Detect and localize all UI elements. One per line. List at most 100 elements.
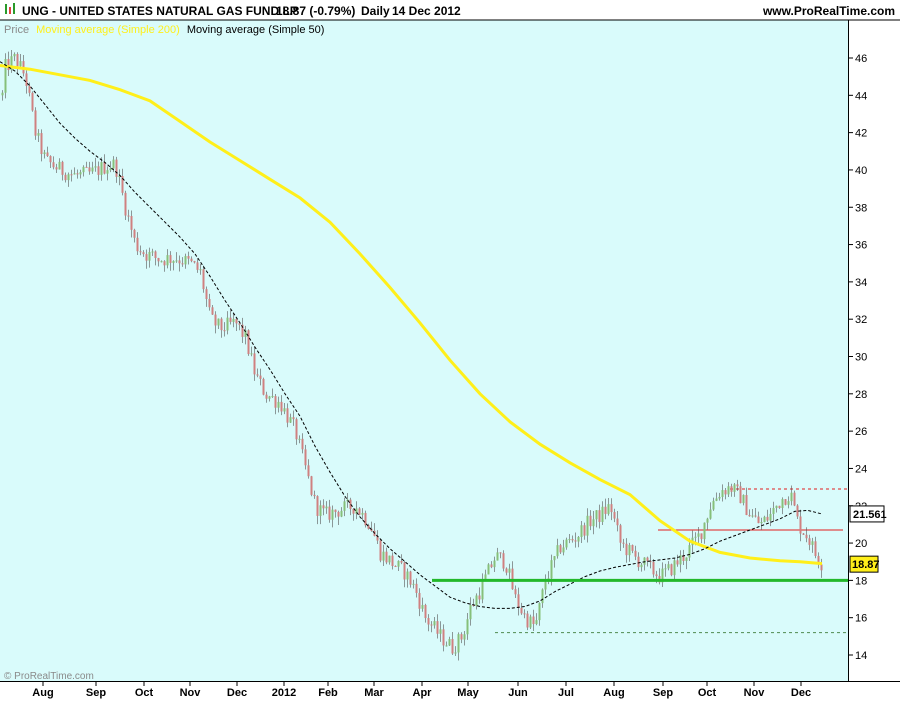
y-tick-label: 20 [855,538,867,550]
candle-body [664,568,667,570]
candle-body [499,552,502,554]
candle-body [529,616,532,628]
candle-body [136,237,139,252]
candle-body [718,496,721,499]
candle-body [757,516,760,524]
candle-body [31,92,34,111]
candle-body [97,166,100,175]
candle-body [799,516,802,534]
site-link[interactable]: www.ProRealTime.com [762,4,895,18]
candle-body [154,251,157,258]
legend-ma200: Moving average (Simple 200) [36,24,180,36]
candle-body [580,525,583,537]
candle-body [178,260,181,264]
candle-body [745,495,748,516]
candle-body [451,639,454,654]
y-tick-label: 40 [855,165,867,177]
candle-body [274,396,277,408]
candle-body [769,513,772,521]
candle-body [424,604,427,619]
candle-body [667,564,670,569]
y-tick-label: 18 [855,575,867,587]
symbol-title: UNG - UNITED STATES NATURAL GAS FUND LP [22,4,298,18]
candle-body [820,564,823,571]
app-logo-icon-bar [9,7,11,14]
candle-body [655,574,658,577]
candle-body [445,645,448,647]
candle-body [685,557,688,561]
candle-body [772,508,775,514]
candle-body [565,539,568,548]
x-tick-label: Dec [227,687,247,699]
candle-body [265,394,268,399]
candle-body [793,492,796,506]
candle-body [760,522,763,524]
candle-body [397,560,400,567]
candle-body [628,545,631,556]
candle-body [418,592,421,609]
candle-body [133,229,136,238]
candle-body [763,516,766,523]
candle-body [739,486,742,504]
last-price-label: 18.87 [852,559,880,571]
candle-body [292,417,295,420]
x-tick-label: Oct [698,687,717,699]
candle-body [202,269,205,290]
candle-body [310,476,313,495]
candle-body [70,174,73,176]
candle-body [85,166,88,168]
candle-body [730,486,733,492]
candle-body [76,173,79,175]
candle-body [13,53,16,57]
candle-body [280,401,283,412]
candle-body [610,504,613,513]
x-tick-label: Apr [413,687,433,699]
candle-body [622,542,625,544]
candle-body [304,449,307,466]
y-tick-label: 32 [855,314,867,326]
legend-price-label: Price [4,24,29,36]
candle-body [100,162,103,175]
candle-body [526,613,529,628]
candle-body [34,110,37,136]
candle-body [523,613,526,615]
candle-body [676,560,679,565]
x-tick-label: Aug [32,687,53,699]
candle-body [601,506,604,522]
candle-body [313,494,316,497]
x-tick-label: Sep [86,687,106,699]
candle-body [157,257,160,262]
candle-body [307,465,310,477]
candle-body [322,505,325,509]
candle-body [268,396,271,399]
candle-body [277,401,280,408]
candle-body [796,505,799,517]
candle-body [559,545,562,553]
candle-body [784,499,787,505]
candle-body [598,510,601,522]
price-chart[interactable]: UNG - UNITED STATES NATURAL GAS FUND LP … [0,0,900,700]
candle-body [37,133,40,136]
candle-body [535,620,538,625]
candle-body [571,539,574,541]
candle-body [148,252,151,261]
candle-body [166,255,169,266]
candle-body [385,551,388,563]
candle-body [298,438,301,440]
candle-body [469,605,472,620]
candle-body [163,261,166,266]
candle-body [805,534,808,539]
candle-body [421,604,424,609]
candle-body [64,174,67,181]
candle-body [439,629,442,634]
candle-body [220,318,223,331]
candle-body [79,172,82,175]
candle-body [394,565,397,567]
candle-body [388,555,391,563]
candle-body [562,547,565,553]
x-tick-label: May [457,687,479,699]
candle-body [145,254,148,261]
candle-body [1,92,4,96]
legend-price: Price Moving average (Simple 200) Moving… [4,24,324,36]
candle-body [673,560,676,576]
